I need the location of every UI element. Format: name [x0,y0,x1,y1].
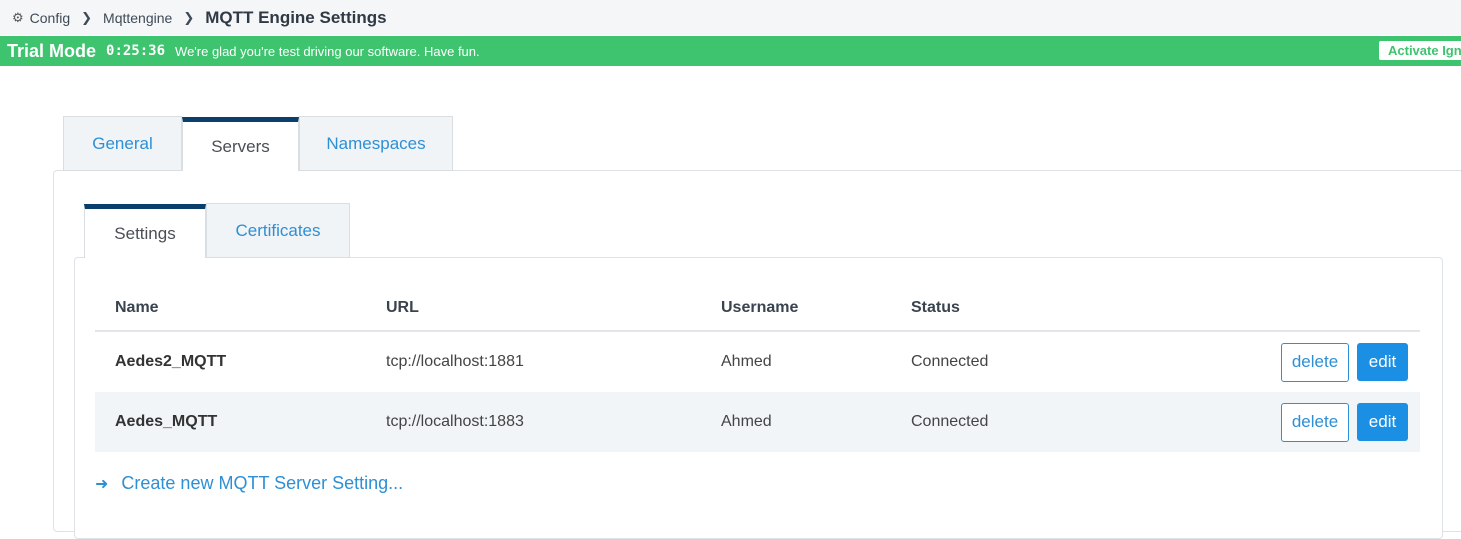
header-username: Username [721,298,799,316]
server-status: Connected [911,353,989,370]
server-url: tcp://localhost:1881 [386,353,524,370]
table-row: Aedes_MQTT tcp://localhost:1883 Ahmed Co… [95,392,1420,452]
server-username: Ahmed [721,413,772,430]
trial-message: We're glad you're test driving our softw… [175,43,480,59]
create-server-label: Create new MQTT Server Setting... [121,473,404,493]
chevron-right-icon: ❯ [183,9,195,25]
breadcrumb-config-label: Config [29,9,71,26]
subtab-certificates[interactable]: Certificates [206,203,350,258]
breadcrumb: ⚙ Config ❯ Mqttengine ❯ MQTT Engine Sett… [0,0,1461,35]
tab-servers[interactable]: Servers [182,117,299,171]
trial-mode-label: Trial Mode [7,40,97,61]
create-server-link[interactable]: ➜ Create new MQTT Server Setting... [95,473,403,494]
page-title: MQTT Engine Settings [205,7,387,27]
chevron-right-icon: ❯ [81,9,93,25]
tab-general[interactable]: General [63,116,182,171]
server-name: Aedes_MQTT [115,413,218,430]
edit-button[interactable]: edit [1357,343,1408,381]
header-url: URL [386,298,419,316]
header-name: Name [115,298,159,316]
delete-button[interactable]: delete [1281,402,1349,442]
server-name: Aedes2_MQTT [115,353,227,370]
trial-timer: 0:25:36 [106,43,166,59]
arrow-right-icon: ➜ [95,475,109,493]
tab-namespaces[interactable]: Namespaces [299,116,453,171]
activate-button[interactable]: Activate Ignition [1379,41,1461,60]
breadcrumb-config[interactable]: ⚙ Config [12,10,70,26]
subtab-settings[interactable]: Settings [84,204,206,258]
gear-icon: ⚙ [12,9,24,25]
table-header: Name URL Username Status [95,285,1420,332]
header-status: Status [911,298,960,316]
server-url: tcp://localhost:1883 [386,413,524,430]
trial-banner: Trial Mode 0:25:36 We're glad you're tes… [0,36,1461,66]
servers-table: Name URL Username Status Aedes2_MQTT tcp… [95,285,1420,452]
server-username: Ahmed [721,353,772,370]
server-status: Connected [911,413,989,430]
edit-button[interactable]: edit [1357,403,1408,441]
table-row: Aedes2_MQTT tcp://localhost:1881 Ahmed C… [95,332,1420,392]
delete-button[interactable]: delete [1281,342,1349,382]
breadcrumb-mqttengine[interactable]: Mqttengine [103,10,172,26]
